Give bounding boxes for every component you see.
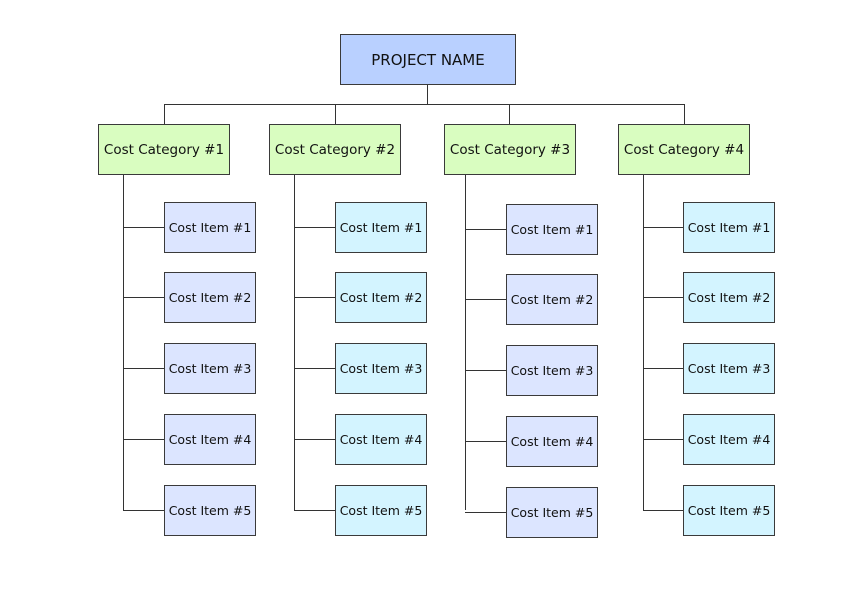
connector-line	[509, 104, 510, 124]
cost-item-node: Cost Item #4	[335, 414, 427, 465]
connector-line	[643, 510, 683, 511]
connector-line	[123, 297, 164, 298]
category-node: Cost Category #1	[98, 124, 230, 175]
connector-line	[465, 229, 506, 230]
cost-item-node: Cost Item #4	[683, 414, 775, 465]
connector-line	[123, 439, 164, 440]
connector-line	[123, 510, 164, 511]
connector-line	[164, 104, 685, 105]
cost-item-node: Cost Item #5	[683, 485, 775, 536]
connector-line	[294, 175, 295, 510]
connector-line	[643, 439, 683, 440]
connector-line	[465, 370, 506, 371]
cost-item-node: Cost Item #5	[335, 485, 427, 536]
connector-line	[465, 299, 506, 300]
cost-item-node: Cost Item #3	[506, 345, 598, 396]
cost-item-node: Cost Item #2	[164, 272, 256, 323]
connector-line	[123, 368, 164, 369]
connector-line	[123, 227, 164, 228]
cost-item-node: Cost Item #5	[164, 485, 256, 536]
cost-item-node: Cost Item #1	[683, 202, 775, 253]
cost-item-node: Cost Item #2	[506, 274, 598, 325]
connector-line	[643, 297, 683, 298]
connector-line	[465, 512, 506, 513]
connector-line	[294, 297, 335, 298]
project-node: PROJECT NAME	[340, 34, 516, 85]
cost-item-node: Cost Item #3	[683, 343, 775, 394]
connector-line	[643, 175, 644, 510]
category-node: Cost Category #2	[269, 124, 401, 175]
cost-item-node: Cost Item #5	[506, 487, 598, 538]
cost-item-node: Cost Item #2	[335, 272, 427, 323]
cost-item-node: Cost Item #1	[164, 202, 256, 253]
connector-line	[465, 175, 466, 510]
connector-line	[164, 104, 165, 124]
category-node: Cost Category #4	[618, 124, 750, 175]
cost-item-node: Cost Item #4	[506, 416, 598, 467]
connector-line	[294, 510, 335, 511]
connector-line	[684, 104, 685, 124]
cost-item-node: Cost Item #3	[335, 343, 427, 394]
connector-line	[335, 104, 336, 124]
category-node: Cost Category #3	[444, 124, 576, 175]
cost-item-node: Cost Item #3	[164, 343, 256, 394]
cost-item-node: Cost Item #1	[335, 202, 427, 253]
connector-line	[123, 175, 124, 510]
cost-item-node: Cost Item #2	[683, 272, 775, 323]
cost-item-node: Cost Item #1	[506, 204, 598, 255]
connector-line	[643, 227, 683, 228]
connector-line	[643, 368, 683, 369]
connector-line	[427, 85, 428, 104]
connector-line	[294, 368, 335, 369]
connector-line	[294, 227, 335, 228]
connector-line	[465, 441, 506, 442]
cost-item-node: Cost Item #4	[164, 414, 256, 465]
connector-line	[294, 439, 335, 440]
